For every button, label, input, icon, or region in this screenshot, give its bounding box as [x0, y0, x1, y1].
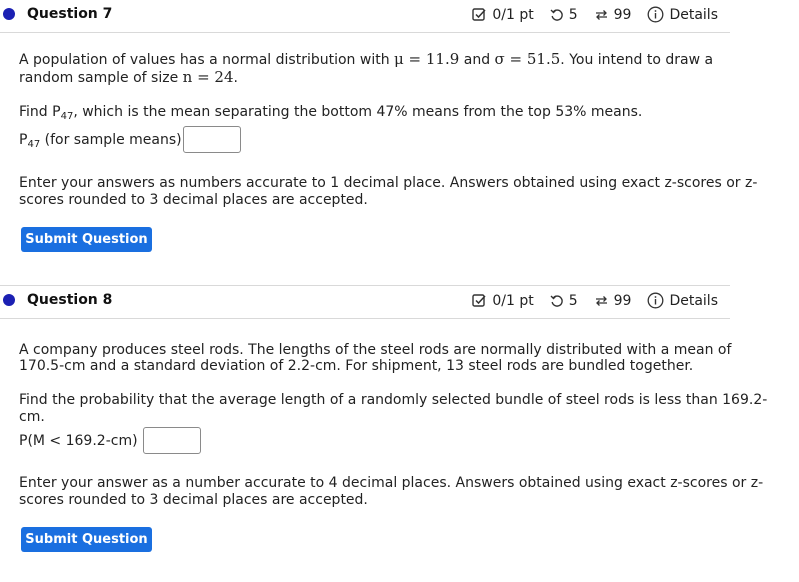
score-text: 0/1 pt [492, 292, 534, 309]
retry-icon [550, 8, 563, 21]
intro-text: . You intend to draw a [560, 52, 714, 68]
intro-text: and [459, 52, 495, 68]
intro-text: random sample of size [19, 70, 183, 86]
subscript: 47 [60, 111, 74, 122]
question-meta: 0/1 pt 5 99 Details [472, 292, 718, 309]
find-line-2: cm. [19, 409, 45, 425]
status-dot [3, 294, 15, 306]
header-divider [0, 32, 730, 33]
find-line: Find P47, which is the mean separating t… [19, 104, 643, 122]
answer-label: P47 (for sample means) = [19, 132, 198, 150]
submit-question-button[interactable]: Submit Question [21, 527, 152, 552]
details-label: Details [669, 292, 718, 309]
score-text: 0/1 pt [492, 6, 534, 23]
find-text: Find P [19, 104, 61, 120]
intro-text: A population of values has a normal dist… [19, 52, 395, 68]
intro-line-1: A population of values has a normal dist… [19, 51, 713, 69]
subscript: 47 [27, 139, 41, 150]
info-icon [648, 292, 664, 309]
find-text: , which is the mean separating the botto… [73, 104, 643, 120]
answer-input[interactable] [143, 427, 201, 454]
intro-line-2: 170.5-cm and a standard deviation of 2.2… [19, 358, 694, 374]
intro-line-1: A company produces steel rods. The lengt… [19, 342, 732, 358]
question-7: Question 7 0/1 pt 5 99 Details A populat… [0, 0, 757, 252]
retries-count: 5 [568, 292, 578, 309]
details-label: Details [669, 6, 718, 23]
submit-question-button[interactable]: Submit Question [21, 227, 152, 252]
status-dot [3, 8, 15, 20]
retry-icon [550, 294, 563, 307]
note-line-2: scores rounded to 3 decimal places are a… [19, 192, 368, 208]
details-link[interactable]: Details [647, 292, 718, 309]
checkbox-icon [472, 8, 486, 21]
attempts-count: 99 [613, 292, 632, 309]
question-8: Question 8 0/1 pt 5 99 Details A company… [0, 286, 767, 552]
note-line-2: scores rounded to 3 decimal places are a… [19, 492, 368, 508]
checkbox-icon [472, 294, 486, 307]
mu-value: μ = 11.9 [394, 50, 460, 68]
header-divider [0, 318, 730, 319]
question-header: Question 7 0/1 pt 5 99 Details [0, 0, 730, 32]
intro-text: . [233, 70, 238, 86]
attempts-icon [595, 295, 607, 306]
question-title: Question 7 [27, 6, 113, 22]
note-line-1: Enter your answer as a number accurate t… [19, 475, 764, 491]
info-icon [648, 6, 664, 23]
details-link[interactable]: Details [647, 6, 718, 23]
question-title: Question 8 [27, 292, 113, 308]
sigma-value: σ = 51.5 [494, 50, 561, 68]
attempts-count: 99 [613, 6, 632, 23]
question-meta: 0/1 pt 5 99 Details [472, 6, 718, 23]
n-value: n = 24 [182, 68, 234, 86]
retries-count: 5 [568, 6, 578, 23]
answer-input[interactable] [183, 126, 241, 153]
answer-label-text: (for sample means) = [40, 132, 198, 148]
intro-line-2: random sample of size n = 24. [19, 69, 238, 87]
note-line-1: Enter your answers as numbers accurate t… [19, 175, 758, 191]
question-header: Question 8 0/1 pt 5 99 Details [0, 286, 730, 318]
find-line-1: Find the probability that the average le… [19, 392, 768, 408]
answer-label: P(M < 169.2-cm) = [19, 433, 154, 449]
attempts-icon [595, 9, 607, 20]
